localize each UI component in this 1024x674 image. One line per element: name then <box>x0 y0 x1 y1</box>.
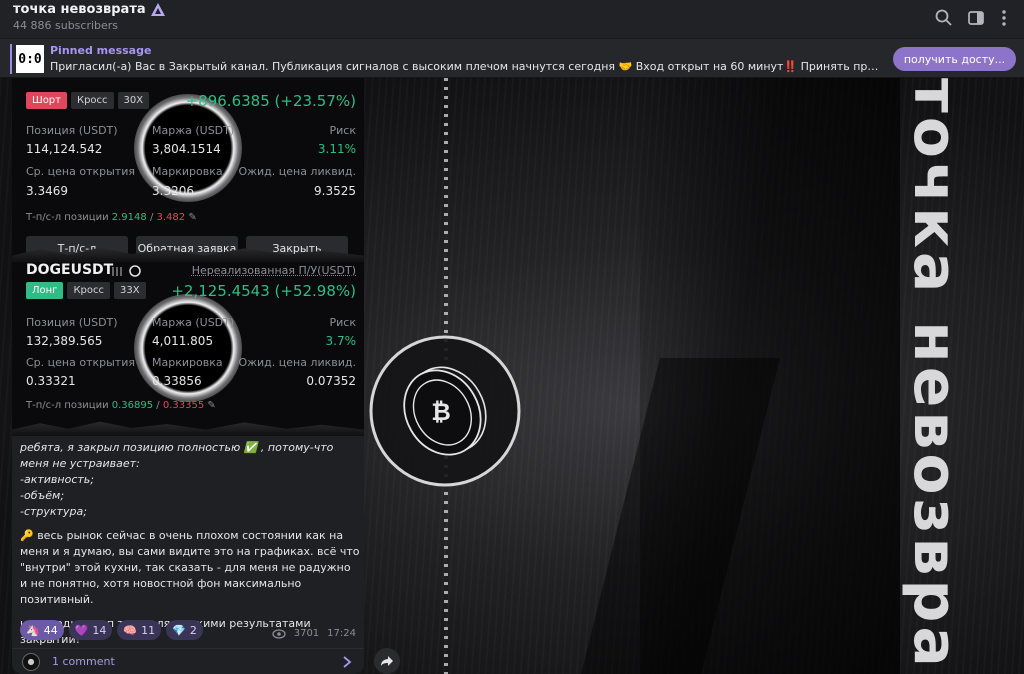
post-time: 17:24 <box>327 628 356 639</box>
post-meta: 3701 17:24 <box>272 628 356 639</box>
caption-paragraph: 🔑 весь рынок сейчас в очень плохом состо… <box>20 529 363 606</box>
leverage-tag: 33X <box>114 282 146 299</box>
get-access-button[interactable]: получить досту... <box>893 47 1016 71</box>
entry-price-value: 0.33321 <box>26 374 76 388</box>
trade-symbol: DOGEUSDT <box>26 262 114 278</box>
bitcoin-coin-icon: ₿ <box>369 335 521 487</box>
channel-header: точка невозврата 44 886 subscribers <box>0 0 1024 38</box>
pinned-message-bar[interactable]: 0:0 Pinned message Пригласил(-а) Вас в З… <box>0 38 1024 78</box>
entry-price-label: Ср. цена открытия <box>26 356 135 369</box>
tpsl-row: Т-п/с-л позиции 0.36895 / 0.33355 ✎ <box>26 400 216 411</box>
trade-card-long: DOGEUSDT Нереализованная П/У(USDT) Лонг … <box>12 260 364 436</box>
mark-price-label: Маркировка <box>152 165 223 178</box>
unrealized-label: Нереализованная П/У(USDT) <box>191 264 356 277</box>
subscriber-count: 44 886 subscribers <box>13 19 119 32</box>
trade-tags: Шорт Кросс 30X <box>26 92 150 109</box>
liq-price-value: 9.3525 <box>314 184 356 198</box>
search-icon[interactable] <box>934 8 954 28</box>
margin-mode-tag: Кросс <box>67 282 110 299</box>
caption-line: -объём; <box>20 489 65 502</box>
caption-line: ребята, я закрыл позицию полностью ✅ , п… <box>20 441 337 470</box>
reaction-gem[interactable]: 💎 2 <box>166 620 203 640</box>
edit-icon: ✎ <box>207 400 216 411</box>
post-image[interactable]: Шорт Кросс 30X +896.6385 (+23.57%) Позиц… <box>12 78 364 436</box>
trade-tags: Лонг Кросс 33X <box>26 282 146 299</box>
tpsl-row: Т-п/с-л позиции 2.9148 / 3.482 ✎ <box>26 212 197 223</box>
side-tag: Лонг <box>26 282 64 299</box>
take-profit-value: 0.36895 <box>111 400 154 411</box>
reaction-unicorn[interactable]: 🦄 44 <box>20 620 64 640</box>
tpsl-label: Т-п/с-л позиции <box>26 212 109 223</box>
entry-price-value: 3.3469 <box>26 184 68 198</box>
views-eye-icon <box>272 628 286 639</box>
entry-price-label: Ср. цена открытия <box>26 165 135 178</box>
comments-link[interactable]: ● 1 comment <box>12 648 364 674</box>
pinned-indicator <box>10 44 12 74</box>
liq-price-label: Ожид. цена ликвид. <box>238 356 356 369</box>
share-post-button[interactable] <box>374 648 400 674</box>
mark-price-value: 3.3206 <box>152 184 194 198</box>
leverage-tag: 30X <box>117 92 150 109</box>
view-count: 3701 <box>293 628 320 639</box>
caption-line: -активность; <box>20 473 94 486</box>
margin-label: Маржа (USDT) <box>152 124 235 137</box>
reactions-row: 🦄 44 💜 14 🧠 11 💎 2 <box>20 620 203 640</box>
margin-value: 4,011.805 <box>152 334 214 348</box>
side-tag: Шорт <box>26 92 67 109</box>
mark-price-value: 0.33856 <box>152 374 202 388</box>
mark-price-label: Маркировка <box>152 356 223 369</box>
position-value: 132,389.565 <box>26 334 103 348</box>
position-label: Позиция (USDT) <box>26 124 118 137</box>
unrealized-pnl: +896.6385 (+23.57%) <box>185 92 356 110</box>
liq-price-value: 0.07352 <box>306 374 356 388</box>
tpsl-label: Т-п/с-л позиции <box>26 400 109 411</box>
reaction-heart[interactable]: 💜 14 <box>68 620 113 640</box>
margin-label: Маржа (USDT) <box>152 316 235 329</box>
risk-value: 3.11% <box>317 142 356 156</box>
forward-arrow-icon <box>381 656 393 666</box>
sidebar-toggle-icon[interactable] <box>966 8 986 28</box>
stop-loss-value: 0.33355 <box>162 400 205 411</box>
chevron-right-icon <box>343 656 352 668</box>
commenter-avatar: ● <box>22 652 40 671</box>
more-vertical-icon[interactable] <box>994 8 1014 28</box>
caption-spacer <box>20 520 360 528</box>
background-vertical-title: точка невозвра <box>900 78 970 671</box>
pinned-text: Пригласил(-а) Вас в Закрытый канал. Публ… <box>50 60 885 73</box>
reaction-brain[interactable]: 🧠 11 <box>117 620 162 640</box>
risk-value: 3.7% <box>325 334 357 348</box>
post-caption: ребята, я закрыл позицию полностью ✅ , п… <box>20 440 360 648</box>
comments-count-label: 1 comment <box>52 655 115 668</box>
trade-card-short: Шорт Кросс 30X +896.6385 (+23.57%) Позиц… <box>12 78 364 242</box>
liq-price-label: Ожид. цена ликвид. <box>238 165 356 178</box>
caption-line: -структура; <box>20 505 87 518</box>
risk-label: Риск <box>329 316 356 329</box>
margin-mode-tag: Кросс <box>70 92 114 109</box>
margin-value: 3,804.1514 <box>152 142 221 156</box>
caption-spacer <box>20 608 360 616</box>
edit-icon: ✎ <box>188 212 197 223</box>
channel-title[interactable]: точка невозврата <box>13 2 165 17</box>
share-trade-icon <box>112 265 141 277</box>
position-label: Позиция (USDT) <box>26 316 118 329</box>
pinned-label: Pinned message <box>50 44 152 57</box>
take-profit-value: 2.9148 <box>111 212 147 223</box>
svg-text:₿: ₿ <box>431 398 451 426</box>
risk-label: Риск <box>329 124 356 137</box>
channel-logo-icon <box>150 3 165 16</box>
pinned-thumbnail: 0:0 <box>16 45 44 73</box>
position-value: 114,124.542 <box>26 142 103 156</box>
stop-loss-value: 3.482 <box>156 212 186 223</box>
channel-post: Шорт Кросс 30X +896.6385 (+23.57%) Позиц… <box>12 78 364 674</box>
unrealized-pnl: +2,125.4543 (+52.98%) <box>171 282 356 300</box>
